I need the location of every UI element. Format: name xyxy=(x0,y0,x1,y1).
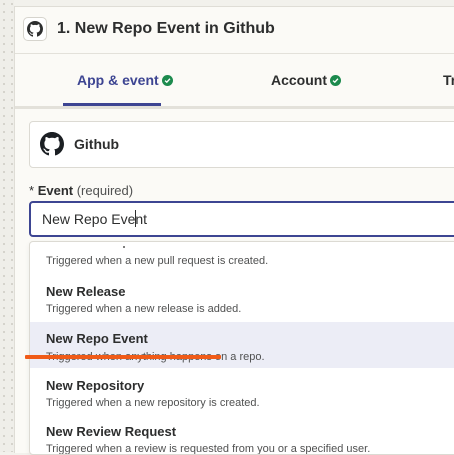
list-item-selected[interactable]: New Repo Event Triggered when anything h… xyxy=(30,322,454,368)
option-title: New Repo Event xyxy=(46,331,148,346)
github-icon xyxy=(40,132,64,161)
field-name: Event xyxy=(37,183,74,198)
app-selector[interactable]: Github xyxy=(29,121,454,168)
tab-label: Account xyxy=(271,72,327,88)
option-description: Triggered when a new pull request is cre… xyxy=(46,255,269,267)
event-search-input[interactable] xyxy=(29,201,454,237)
option-title: New Repository xyxy=(46,378,145,393)
app-name: Github xyxy=(74,136,120,152)
tab-label: App & event xyxy=(77,72,159,88)
option-description: Triggered when a new release is added. xyxy=(46,303,242,315)
step-header: 1. New Repo Event in Github xyxy=(15,7,454,54)
tab-label: Tr xyxy=(443,72,454,88)
check-circle-icon xyxy=(161,74,173,86)
text-caret xyxy=(135,210,136,227)
list-item[interactable]: New Review Request Triggered when a revi… xyxy=(30,416,454,454)
event-options-list: Triggered when a new pull request is cre… xyxy=(29,241,454,455)
option-title: New Release xyxy=(46,284,126,299)
list-item[interactable]: New Repository Triggered when a new repo… xyxy=(30,370,454,416)
annotation-underline xyxy=(25,355,221,359)
tab-app-and-event[interactable]: App & event xyxy=(77,72,173,88)
list-item[interactable]: New Release Triggered when a new release… xyxy=(30,274,454,320)
list-item[interactable]: Triggered when a new pull request is cre… xyxy=(30,242,454,274)
step-panel: 1. New Repo Event in Github App & event … xyxy=(14,6,454,455)
active-tab-indicator xyxy=(63,103,161,106)
required-marker: * xyxy=(29,183,35,198)
step-tabs: App & event Account Tr xyxy=(15,54,454,109)
check-circle-icon xyxy=(330,74,341,86)
step-title: 1. New Repo Event in Github xyxy=(57,20,275,37)
option-description: Triggered when a new repository is creat… xyxy=(46,397,260,409)
canvas-strip xyxy=(0,0,14,452)
tab-account[interactable]: Account xyxy=(271,72,341,88)
option-title: New Review Request xyxy=(46,424,177,439)
event-field-label: * Event (required) xyxy=(29,183,133,198)
option-description: Triggered when a review is requested fro… xyxy=(46,443,371,455)
field-hint: (required) xyxy=(76,183,134,198)
tab-trigger[interactable]: Tr xyxy=(443,72,454,88)
github-icon xyxy=(23,17,47,41)
